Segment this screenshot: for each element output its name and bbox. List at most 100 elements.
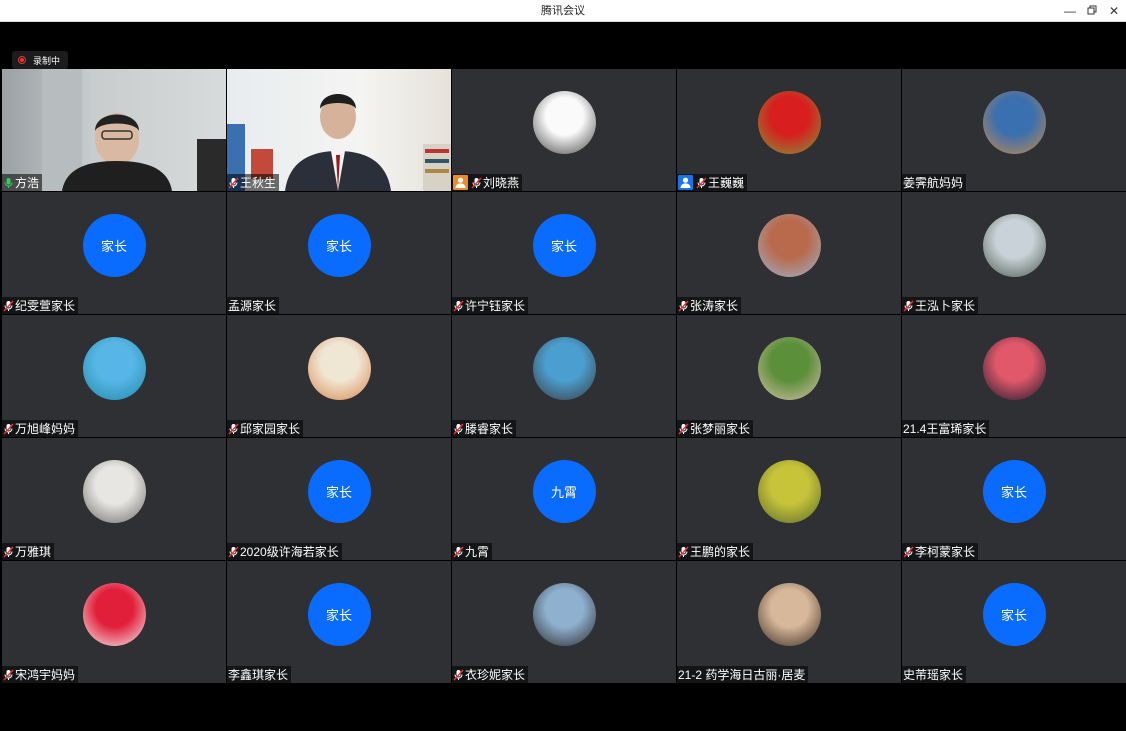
participant-name: 许宁钰家长 [465, 299, 526, 313]
participant-name: 王泓卜家长 [915, 299, 976, 313]
microphone-muted-icon [3, 669, 14, 681]
participant-tile[interactable]: 邱家园家长 [227, 315, 451, 437]
participant-name: 王鹏的家长 [690, 545, 751, 559]
participant-name: 张梦丽家长 [690, 422, 751, 436]
recording-indicator[interactable]: 录制中 [12, 51, 69, 69]
participant-tile[interactable]: 方浩 [2, 69, 226, 191]
avatar: 家长 [982, 459, 1046, 523]
participant-name: 孟源家长 [228, 299, 277, 313]
name-bar: 姜霁航妈妈 [902, 174, 967, 191]
avatar [82, 459, 146, 523]
participant-name: 21.4王富琋家长 [903, 422, 987, 436]
microphone-muted-icon [453, 546, 464, 558]
name-bar: 张梦丽家长 [677, 420, 754, 437]
name-bar: 九霄 [452, 543, 493, 560]
avatar [82, 582, 146, 646]
participant-tile[interactable]: 家长李鑫琪家长 [227, 561, 451, 683]
name-bar: 孟源家长 [227, 297, 280, 314]
participant-tile[interactable]: 张涛家长 [677, 192, 901, 314]
participant-tile[interactable]: 家长孟源家长 [227, 192, 451, 314]
avatar [532, 336, 596, 400]
participant-tile[interactable]: 王泓卜家长 [902, 192, 1126, 314]
avatar [757, 213, 821, 277]
name-bar: 衣珍妮家长 [452, 666, 529, 683]
avatar: 九霄 [532, 459, 596, 523]
avatar [82, 336, 146, 400]
participant-tile[interactable]: 刘晓燕 [452, 69, 676, 191]
participant-name: 刘晓燕 [483, 176, 520, 190]
participant-tile[interactable]: 宋鸿宇妈妈 [2, 561, 226, 683]
microphone-muted-icon [453, 300, 464, 312]
participant-name: 张涛家长 [690, 299, 739, 313]
participant-tile[interactable]: 九霄 九霄 [452, 438, 676, 560]
avatar [757, 459, 821, 523]
name-bar: 王泓卜家长 [902, 297, 979, 314]
participant-name: 纪雯萱家长 [15, 299, 76, 313]
minimize-icon[interactable]: — [1059, 0, 1081, 22]
name-bar: 刘晓燕 [452, 174, 523, 191]
avatar [982, 213, 1046, 277]
participant-tile[interactable]: 滕睿家长 [452, 315, 676, 437]
participant-name: 李鑫琪家长 [228, 668, 289, 682]
participant-tile[interactable]: 姜霁航妈妈 [902, 69, 1126, 191]
avatar [307, 336, 371, 400]
participant-tile[interactable]: 家长 纪雯萱家长 [2, 192, 226, 314]
participant-name: 王秋生 [240, 176, 277, 190]
video-feed [227, 69, 451, 191]
microphone-muted-icon [903, 546, 914, 558]
avatar [982, 90, 1046, 154]
window-title: 腾讯会议 [541, 5, 585, 17]
name-bar: 王秋生 [227, 174, 280, 191]
microphone-muted-icon [678, 423, 689, 435]
participant-tile[interactable]: 万旭峰妈妈 [2, 315, 226, 437]
name-bar: 2020级许海若家长 [227, 543, 342, 560]
avatar [532, 582, 596, 646]
restore-icon[interactable] [1081, 0, 1103, 22]
microphone-icon [3, 177, 14, 189]
participant-tile[interactable]: 万雅琪 [2, 438, 226, 560]
avatar: 家长 [982, 582, 1046, 646]
participant-name: 万旭峰妈妈 [15, 422, 76, 436]
microphone-muted-icon [228, 423, 239, 435]
avatar: 家长 [532, 213, 596, 277]
microphone-muted-icon [453, 423, 464, 435]
name-bar: 史芾瑶家长 [902, 666, 967, 683]
microphone-muted-icon [228, 546, 239, 558]
participant-tile[interactable]: 家长史芾瑶家长 [902, 561, 1126, 683]
name-bar: 张涛家长 [677, 297, 742, 314]
participant-tile[interactable]: 王巍巍 [677, 69, 901, 191]
participant-tile[interactable]: 张梦丽家长 [677, 315, 901, 437]
participant-tile[interactable]: 家长许宁钰家长 [452, 192, 676, 314]
name-bar: 滕睿家长 [452, 420, 517, 437]
name-bar: 21-2 药学海日古丽·居麦 [677, 666, 809, 683]
avatar [757, 336, 821, 400]
microphone-muted-icon [228, 177, 239, 189]
participant-tile[interactable]: 家长 2020级许海若家长 [227, 438, 451, 560]
participant-tile[interactable]: 家长 李柯蒙家长 [902, 438, 1126, 560]
participant-grid: 方浩 王秋生 刘晓燕 王巍巍 姜霁航妈妈 家长 纪雯萱家长 家长 孟源家长 家长 许宁钰家长 张涛家长… [2, 69, 1126, 684]
participant-tile[interactable]: 21.4王富琋家长 [902, 315, 1126, 437]
close-icon[interactable]: ✕ [1103, 0, 1125, 22]
name-bar: 许宁钰家长 [452, 297, 529, 314]
avatar: 家长 [307, 582, 371, 646]
avatar [757, 582, 821, 646]
microphone-muted-icon [903, 300, 914, 312]
participant-name: 王巍巍 [708, 176, 745, 190]
participant-tile[interactable]: 衣珍妮家长 [452, 561, 676, 683]
user-role-icon [678, 175, 693, 190]
name-bar: 万旭峰妈妈 [2, 420, 79, 437]
name-bar: 邱家园家长 [227, 420, 304, 437]
name-bar: 21.4王富琋家长 [902, 420, 990, 437]
participant-tile[interactable]: 王鹏的家长 [677, 438, 901, 560]
video-feed [2, 69, 226, 191]
microphone-muted-icon [3, 300, 14, 312]
avatar: 家长 [307, 459, 371, 523]
microphone-muted-icon [453, 669, 464, 681]
name-bar: 王鹏的家长 [677, 543, 754, 560]
name-bar: 万雅琪 [2, 543, 55, 560]
participant-tile[interactable]: 21-2 药学海日古丽·居麦 [677, 561, 901, 683]
participant-name: 姜霁航妈妈 [903, 176, 964, 190]
recording-label: 录制中 [33, 55, 61, 66]
participant-tile[interactable]: 王秋生 [227, 69, 451, 191]
avatar: 家长 [307, 213, 371, 277]
